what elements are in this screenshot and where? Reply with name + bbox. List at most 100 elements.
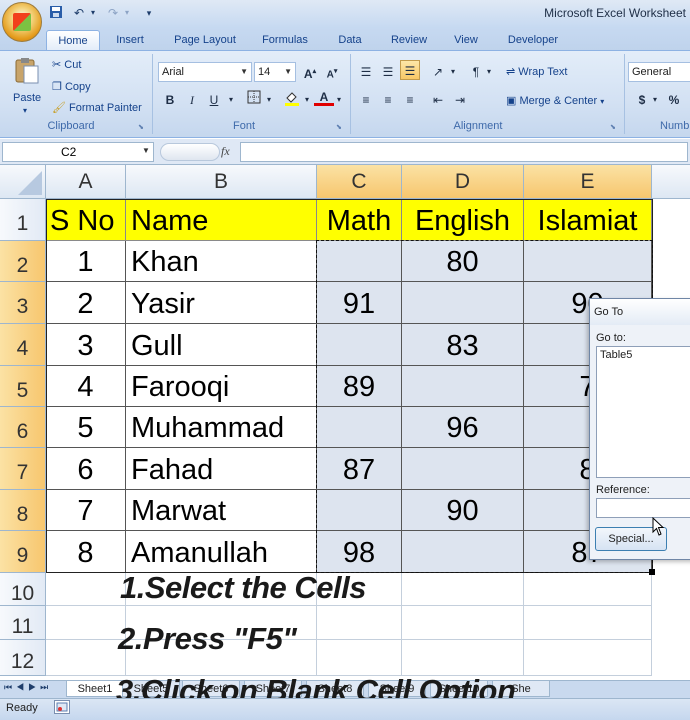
header-cell[interactable]: English (402, 199, 524, 241)
number-format-select[interactable]: General (628, 62, 690, 82)
alignment-launcher-icon[interactable]: ⬊ (610, 123, 616, 131)
align-middle-icon[interactable]: ☰ (378, 62, 398, 82)
paragraph-dropdown-icon[interactable]: ▾ (484, 62, 494, 82)
data-cell[interactable] (317, 241, 402, 282)
data-cell[interactable] (317, 324, 402, 366)
data-cell[interactable]: 98 (317, 531, 402, 573)
data-cell[interactable]: 83 (402, 324, 524, 366)
tab-review[interactable]: Review (382, 30, 436, 50)
data-cell[interactable]: 6 (46, 448, 126, 490)
goto-list-item[interactable]: Table5 (600, 349, 690, 361)
merge-center-button[interactable]: ▣ Merge & Center ▾ (506, 94, 604, 107)
column-header-c[interactable]: C (317, 165, 402, 199)
data-cell[interactable]: 7 (46, 490, 126, 531)
empty-cell[interactable] (402, 573, 524, 606)
wrap-text-button[interactable]: ⇌ Wrap Text (506, 65, 567, 78)
data-cell[interactable] (317, 490, 402, 531)
macro-record-icon[interactable] (54, 700, 70, 714)
data-cell[interactable]: Muhammad (126, 407, 317, 448)
data-cell[interactable] (402, 366, 524, 407)
borders-dropdown-icon[interactable]: ▾ (264, 90, 274, 110)
customize-qat-icon[interactable]: ▾ (144, 5, 154, 21)
copy-button[interactable]: ❐ Copy (52, 80, 91, 93)
column-header-f[interactable] (652, 165, 690, 199)
data-cell[interactable]: Khan (126, 241, 317, 282)
fill-handle[interactable] (649, 569, 655, 575)
format-painter-button[interactable]: 🖌 Format Painter (52, 101, 142, 114)
reference-input[interactable] (596, 498, 690, 518)
row-header-2[interactable]: 2 (0, 241, 46, 282)
data-cell[interactable] (524, 241, 652, 282)
font-launcher-icon[interactable]: ⬊ (336, 123, 342, 131)
row-header-1[interactable]: 1 (0, 199, 46, 241)
row-header-3[interactable]: 3 (0, 282, 46, 324)
formula-input[interactable] (240, 142, 688, 162)
data-cell[interactable]: 3 (46, 324, 126, 366)
row-header-5[interactable]: 5 (0, 366, 46, 407)
orientation-dropdown-icon[interactable]: ▾ (448, 62, 458, 82)
align-left-icon[interactable]: ≡ (356, 90, 376, 110)
name-box[interactable]: C2 (2, 142, 154, 162)
empty-cell[interactable] (524, 606, 652, 640)
grow-font-icon[interactable]: A▴ (300, 62, 320, 82)
data-cell[interactable]: 96 (402, 407, 524, 448)
row-header-4[interactable]: 4 (0, 324, 46, 366)
office-button[interactable] (2, 2, 42, 42)
row-header-7[interactable]: 7 (0, 448, 46, 490)
header-cell[interactable]: Math (317, 199, 402, 241)
empty-cell[interactable] (524, 640, 652, 676)
goto-list[interactable]: Table5 (596, 346, 690, 478)
row-header-12[interactable]: 12 (0, 640, 46, 676)
empty-cell[interactable] (46, 640, 126, 676)
data-cell[interactable]: 8 (46, 531, 126, 573)
row-header-8[interactable]: 8 (0, 490, 46, 531)
redo-dropdown-icon[interactable]: ▾ (122, 5, 132, 21)
empty-cell[interactable] (46, 606, 126, 640)
data-cell[interactable]: Fahad (126, 448, 317, 490)
row-header-9[interactable]: 9 (0, 531, 46, 573)
header-cell[interactable]: Name (126, 199, 317, 241)
fill-color-icon[interactable] (282, 90, 302, 110)
data-cell[interactable]: 80 (402, 241, 524, 282)
tab-developer[interactable]: Developer (498, 30, 568, 50)
row-header-6[interactable]: 6 (0, 407, 46, 448)
italic-icon[interactable]: I (182, 90, 202, 110)
data-cell[interactable]: Yasir (126, 282, 317, 324)
font-family-select[interactable]: Arial ▼ (158, 62, 252, 82)
data-cell[interactable]: 87 (317, 448, 402, 490)
data-cell[interactable]: Farooqi (126, 366, 317, 407)
name-box-dropdown-icon[interactable]: ▼ (142, 146, 150, 155)
data-cell[interactable] (402, 531, 524, 573)
data-cell[interactable] (402, 282, 524, 324)
fill-color-dropdown-icon[interactable]: ▾ (302, 90, 312, 110)
font-color-dropdown-icon[interactable]: ▾ (334, 90, 344, 110)
currency-dropdown-icon[interactable]: ▾ (650, 90, 660, 110)
select-all-corner[interactable] (0, 165, 46, 199)
currency-icon[interactable]: $ (632, 90, 652, 110)
tab-page-layout[interactable]: Page Layout (164, 30, 246, 50)
font-size-select[interactable]: 14 ▼ (254, 62, 296, 82)
font-color-icon[interactable]: A (314, 88, 334, 106)
undo-icon[interactable]: ↶ (70, 5, 88, 21)
tab-view[interactable]: View (444, 30, 488, 50)
empty-cell[interactable] (46, 573, 126, 606)
undo-dropdown-icon[interactable]: ▾ (88, 5, 98, 21)
header-cell[interactable]: Islamiat (524, 199, 652, 241)
data-cell[interactable]: 91 (317, 282, 402, 324)
align-right-icon[interactable]: ≡ (400, 90, 420, 110)
underline-icon[interactable]: U (204, 90, 224, 110)
align-center-icon[interactable]: ≡ (378, 90, 398, 110)
save-icon[interactable] (48, 5, 64, 21)
empty-cell[interactable] (317, 606, 402, 640)
align-bottom-icon[interactable]: ☰ (400, 60, 420, 80)
clipboard-launcher-icon[interactable]: ⬊ (138, 123, 144, 131)
column-header-b[interactable]: B (126, 165, 317, 199)
empty-cell[interactable] (524, 573, 652, 606)
sheet-nav-icons[interactable]: ⏮◀▶⏭ (4, 682, 52, 693)
data-cell[interactable] (317, 407, 402, 448)
data-cell[interactable]: Gull (126, 324, 317, 366)
align-top-icon[interactable]: ☰ (356, 62, 376, 82)
increase-indent-icon[interactable]: ⇥ (450, 90, 470, 110)
tab-data[interactable]: Data (328, 30, 372, 50)
data-cell[interactable]: 1 (46, 241, 126, 282)
